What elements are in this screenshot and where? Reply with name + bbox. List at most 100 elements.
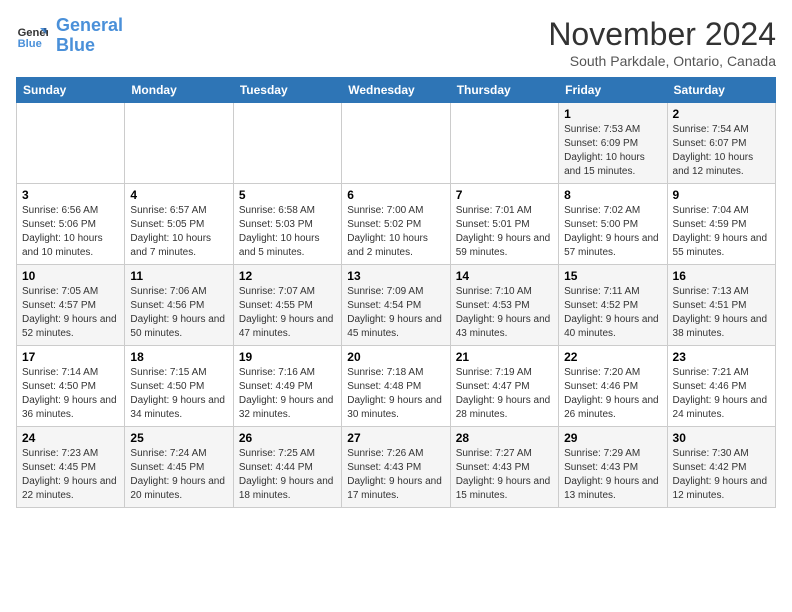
day-number: 1 xyxy=(564,107,661,121)
day-info: Sunrise: 7:09 AM Sunset: 4:54 PM Dayligh… xyxy=(347,285,444,341)
day-number: 3 xyxy=(22,188,119,202)
day-info: Sunrise: 7:24 AM Sunset: 4:45 PM Dayligh… xyxy=(130,447,227,503)
day-cell: 17 Sunrise: 7:14 AM Sunset: 4:50 PM Dayli… xyxy=(17,346,125,427)
day-cell: 25 Sunrise: 7:24 AM Sunset: 4:45 PM Dayli… xyxy=(125,427,233,508)
day-cell: 12Sunrise: 7:07 AM Sunset: 4:55 PM Dayli… xyxy=(233,265,341,346)
day-cell: 11Sunrise: 7:06 AM Sunset: 4:56 PM Dayli… xyxy=(125,265,233,346)
day-cell xyxy=(450,103,558,184)
day-number: 20 xyxy=(347,350,444,364)
day-cell: 2Sunrise: 7:54 AM Sunset: 6:07 PM Daylig… xyxy=(667,103,775,184)
day-cell: 4Sunrise: 6:57 AM Sunset: 5:05 PM Daylig… xyxy=(125,184,233,265)
day-number: 26 xyxy=(239,431,336,445)
day-number: 18 xyxy=(130,350,227,364)
day-number: 10 xyxy=(22,269,119,283)
day-cell xyxy=(342,103,450,184)
day-cell: 27Sunrise: 7:26 AM Sunset: 4:43 PM Dayli… xyxy=(342,427,450,508)
day-cell: 10 Sunrise: 7:05 AM Sunset: 4:57 PM Dayli… xyxy=(17,265,125,346)
week-row-1: 1 Sunrise: 7:53 AM Sunset: 6:09 PM Daylig… xyxy=(17,103,776,184)
day-cell: 23 Sunrise: 7:21 AM Sunset: 4:46 PM Dayli… xyxy=(667,346,775,427)
day-cell: 30 Sunrise: 7:30 AM Sunset: 4:42 PM Dayli… xyxy=(667,427,775,508)
day-cell: 29 Sunrise: 7:29 AM Sunset: 4:43 PM Dayli… xyxy=(559,427,667,508)
header-cell-wednesday: Wednesday xyxy=(342,78,450,103)
day-cell: 13 Sunrise: 7:09 AM Sunset: 4:54 PM Dayli… xyxy=(342,265,450,346)
day-cell: 1 Sunrise: 7:53 AM Sunset: 6:09 PM Daylig… xyxy=(559,103,667,184)
day-info: Sunrise: 7:21 AM Sunset: 4:46 PM Dayligh… xyxy=(673,366,770,422)
day-info: Sunrise: 7:23 AM Sunset: 4:45 PM Dayligh… xyxy=(22,447,119,503)
day-cell: 15Sunrise: 7:11 AM Sunset: 4:52 PM Dayli… xyxy=(559,265,667,346)
day-cell: 7Sunrise: 7:01 AM Sunset: 5:01 PM Daylig… xyxy=(450,184,558,265)
calendar-header: SundayMondayTuesdayWednesdayThursdayFrid… xyxy=(17,78,776,103)
day-number: 4 xyxy=(130,188,227,202)
day-info: Sunrise: 7:14 AM Sunset: 4:50 PM Dayligh… xyxy=(22,366,119,422)
logo: General Blue General Blue xyxy=(16,16,123,56)
day-number: 17 xyxy=(22,350,119,364)
header-cell-tuesday: Tuesday xyxy=(233,78,341,103)
day-info: Sunrise: 7:27 AM Sunset: 4:43 PM Dayligh… xyxy=(456,447,553,503)
day-number: 19 xyxy=(239,350,336,364)
svg-text:Blue: Blue xyxy=(18,38,42,50)
day-info: Sunrise: 7:16 AM Sunset: 4:49 PM Dayligh… xyxy=(239,366,336,422)
header-row: SundayMondayTuesdayWednesdayThursdayFrid… xyxy=(17,78,776,103)
day-cell: 19 Sunrise: 7:16 AM Sunset: 4:49 PM Dayli… xyxy=(233,346,341,427)
day-info: Sunrise: 7:10 AM Sunset: 4:53 PM Dayligh… xyxy=(456,285,553,341)
day-cell: 28 Sunrise: 7:27 AM Sunset: 4:43 PM Dayli… xyxy=(450,427,558,508)
day-info: Sunrise: 7:29 AM Sunset: 4:43 PM Dayligh… xyxy=(564,447,661,503)
day-number: 13 xyxy=(347,269,444,283)
day-info: Sunrise: 7:11 AM Sunset: 4:52 PM Dayligh… xyxy=(564,285,661,341)
day-number: 28 xyxy=(456,431,553,445)
day-number: 25 xyxy=(130,431,227,445)
day-number: 6 xyxy=(347,188,444,202)
week-row-3: 10 Sunrise: 7:05 AM Sunset: 4:57 PM Dayli… xyxy=(17,265,776,346)
day-number: 22 xyxy=(564,350,661,364)
day-info: Sunrise: 7:00 AM Sunset: 5:02 PM Dayligh… xyxy=(347,204,444,260)
week-row-2: 3Sunrise: 6:56 AM Sunset: 5:06 PM Daylig… xyxy=(17,184,776,265)
day-cell: 6 Sunrise: 7:00 AM Sunset: 5:02 PM Daylig… xyxy=(342,184,450,265)
day-info: Sunrise: 7:04 AM Sunset: 4:59 PM Dayligh… xyxy=(673,204,770,260)
header-cell-saturday: Saturday xyxy=(667,78,775,103)
logo-text-line1: General xyxy=(56,16,123,36)
day-cell: 18 Sunrise: 7:15 AM Sunset: 4:50 PM Dayli… xyxy=(125,346,233,427)
day-cell: 20Sunrise: 7:18 AM Sunset: 4:48 PM Dayli… xyxy=(342,346,450,427)
logo-icon: General Blue xyxy=(16,20,48,52)
page-header: General Blue General Blue November 2024 … xyxy=(16,16,776,69)
day-cell: 9 Sunrise: 7:04 AM Sunset: 4:59 PM Daylig… xyxy=(667,184,775,265)
day-number: 14 xyxy=(456,269,553,283)
location-subtitle: South Parkdale, Ontario, Canada xyxy=(548,53,776,69)
week-row-4: 17 Sunrise: 7:14 AM Sunset: 4:50 PM Dayli… xyxy=(17,346,776,427)
day-number: 5 xyxy=(239,188,336,202)
day-info: Sunrise: 7:26 AM Sunset: 4:43 PM Dayligh… xyxy=(347,447,444,503)
day-number: 30 xyxy=(673,431,770,445)
day-info: Sunrise: 7:01 AM Sunset: 5:01 PM Dayligh… xyxy=(456,204,553,260)
day-cell xyxy=(17,103,125,184)
day-info: Sunrise: 6:58 AM Sunset: 5:03 PM Dayligh… xyxy=(239,204,336,260)
day-number: 29 xyxy=(564,431,661,445)
day-cell xyxy=(125,103,233,184)
day-cell: 24 Sunrise: 7:23 AM Sunset: 4:45 PM Dayli… xyxy=(17,427,125,508)
day-number: 11 xyxy=(130,269,227,283)
day-cell: 8Sunrise: 7:02 AM Sunset: 5:00 PM Daylig… xyxy=(559,184,667,265)
week-row-5: 24 Sunrise: 7:23 AM Sunset: 4:45 PM Dayli… xyxy=(17,427,776,508)
day-number: 9 xyxy=(673,188,770,202)
month-title: November 2024 xyxy=(548,16,776,53)
day-number: 16 xyxy=(673,269,770,283)
day-info: Sunrise: 7:20 AM Sunset: 4:46 PM Dayligh… xyxy=(564,366,661,422)
day-cell: 14 Sunrise: 7:10 AM Sunset: 4:53 PM Dayli… xyxy=(450,265,558,346)
day-cell: 3Sunrise: 6:56 AM Sunset: 5:06 PM Daylig… xyxy=(17,184,125,265)
day-info: Sunrise: 7:07 AM Sunset: 4:55 PM Dayligh… xyxy=(239,285,336,341)
header-cell-friday: Friday xyxy=(559,78,667,103)
day-info: Sunrise: 7:30 AM Sunset: 4:42 PM Dayligh… xyxy=(673,447,770,503)
day-info: Sunrise: 7:02 AM Sunset: 5:00 PM Dayligh… xyxy=(564,204,661,260)
title-block: November 2024 South Parkdale, Ontario, C… xyxy=(548,16,776,69)
logo-text-line2: Blue xyxy=(56,36,123,56)
day-cell: 16 Sunrise: 7:13 AM Sunset: 4:51 PM Dayli… xyxy=(667,265,775,346)
day-info: Sunrise: 7:15 AM Sunset: 4:50 PM Dayligh… xyxy=(130,366,227,422)
day-number: 24 xyxy=(22,431,119,445)
day-cell: 21Sunrise: 7:19 AM Sunset: 4:47 PM Dayli… xyxy=(450,346,558,427)
day-info: Sunrise: 7:05 AM Sunset: 4:57 PM Dayligh… xyxy=(22,285,119,341)
day-number: 23 xyxy=(673,350,770,364)
day-number: 2 xyxy=(673,107,770,121)
day-cell: 26Sunrise: 7:25 AM Sunset: 4:44 PM Dayli… xyxy=(233,427,341,508)
day-info: Sunrise: 7:13 AM Sunset: 4:51 PM Dayligh… xyxy=(673,285,770,341)
day-info: Sunrise: 7:53 AM Sunset: 6:09 PM Dayligh… xyxy=(564,123,661,179)
header-cell-monday: Monday xyxy=(125,78,233,103)
